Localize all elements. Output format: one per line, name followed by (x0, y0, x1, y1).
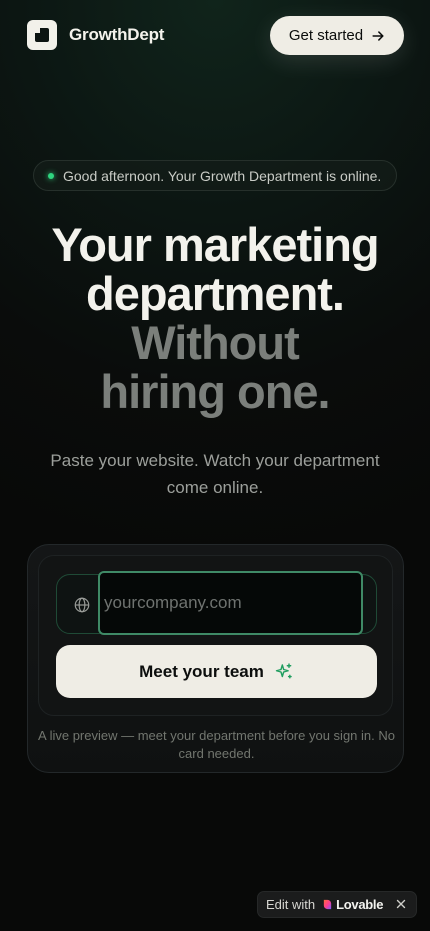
brand-name[interactable]: GrowthDept (69, 25, 164, 45)
website-url-input[interactable] (98, 571, 363, 635)
arrow-right-icon (372, 30, 384, 41)
lovable-badge[interactable]: Edit with Lovable (257, 891, 417, 918)
meet-your-team-button[interactable]: Meet your team (56, 645, 377, 698)
sparkle-icon (275, 662, 292, 679)
close-icon[interactable] (394, 897, 408, 911)
headline-line-1: Your marketing (51, 218, 379, 271)
headline-line-2: department. (86, 267, 345, 320)
headline-line-4: hiring one. (100, 365, 330, 418)
badge-brand: Lovable (336, 897, 384, 912)
lovable-heart-icon (323, 899, 332, 910)
status-pill: Good afternoon. Your Growth Department i… (33, 160, 397, 191)
status-text: Good afternoon. Your Growth Department i… (63, 167, 382, 184)
hero-subtitle: Paste your website. Watch your departmen… (50, 451, 380, 497)
status-dot-icon (48, 172, 54, 179)
logo-mark-icon[interactable] (27, 20, 57, 50)
site-header: GrowthDept Get started (0, 0, 430, 72)
hero-headline: Your marketing department. Without hirin… (0, 220, 430, 416)
signup-form: Meet your team (38, 555, 393, 716)
preview-note: A live preview — meet your department be… (38, 728, 395, 761)
url-input-wrapper (56, 571, 377, 635)
headline-line-3: Without (131, 316, 299, 369)
badge-prefix: Edit with (266, 897, 316, 912)
globe-icon (74, 597, 90, 613)
get-started-button[interactable]: Get started (270, 16, 404, 55)
meet-your-team-label: Meet your team (139, 661, 264, 681)
signup-card: Meet your team A live preview — meet you… (27, 544, 404, 773)
get-started-label: Get started (288, 27, 364, 44)
